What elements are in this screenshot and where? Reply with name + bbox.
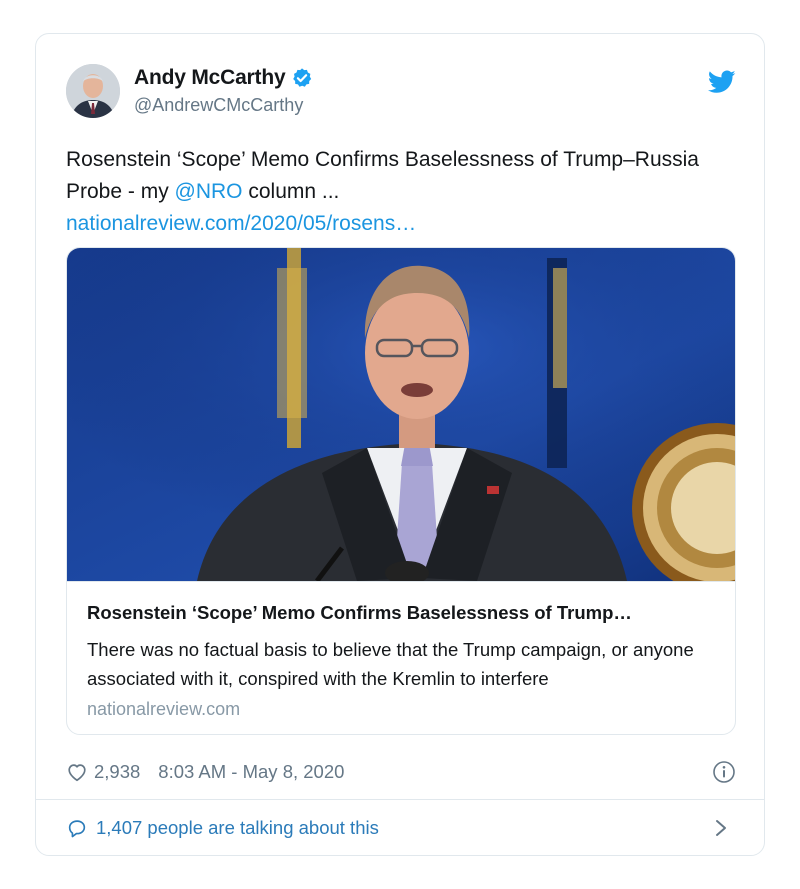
- info-icon[interactable]: [712, 760, 736, 784]
- card-domain: nationalreview.com: [87, 699, 241, 719]
- avatar[interactable]: [66, 64, 120, 118]
- verified-badge-icon: [291, 67, 313, 89]
- conversation-link[interactable]: 1,407 people are talking about this: [66, 813, 736, 843]
- author-handle[interactable]: @AndrewCMcCarthy: [134, 95, 303, 116]
- avatar-image: [66, 64, 120, 118]
- card-description: There was no factual basis to believe th…: [87, 639, 694, 689]
- heart-icon[interactable]: [66, 761, 88, 783]
- chevron-right-icon[interactable]: [714, 818, 728, 838]
- tweet-link-line: nationalreview.com/2020/05/rosens…: [66, 208, 416, 240]
- card-title[interactable]: Rosenstein ‘Scope’ Memo Confirms Baseles…: [87, 602, 632, 624]
- mention-link[interactable]: @NRO: [175, 180, 243, 203]
- tweet-text-body: Rosenstein ‘Scope’ Memo Confirms Baseles…: [66, 148, 699, 203]
- tweet-text: Rosenstein ‘Scope’ Memo Confirms Baseles…: [66, 144, 736, 208]
- tweet-timestamp[interactable]: 8:03 AM - May 8, 2020: [158, 761, 344, 783]
- tweet-embed-card: Andy McCarthy @AndrewCMcCarthy Rosenstei…: [35, 33, 765, 856]
- name-row: Andy McCarthy: [134, 66, 313, 90]
- author-display-name[interactable]: Andy McCarthy: [134, 66, 286, 90]
- tweet-text-tail: column ...: [242, 180, 340, 203]
- article-url-link[interactable]: nationalreview.com/2020/05/rosens…: [66, 212, 416, 235]
- link-preview-card[interactable]: Rosenstein ‘Scope’ Memo Confirms Baseles…: [66, 247, 736, 735]
- card-body[interactable]: Rosenstein ‘Scope’ Memo Confirms Baseles…: [67, 581, 735, 734]
- tweet-meta: 2,938 8:03 AM - May 8, 2020: [66, 757, 736, 787]
- divider: [36, 799, 764, 800]
- photo-rosenstein-at-podium: [67, 248, 735, 581]
- card-image[interactable]: [67, 248, 735, 581]
- tweet-header: Andy McCarthy @AndrewCMcCarthy: [66, 64, 736, 122]
- talking-count-label[interactable]: 1,407 people are talking about this: [96, 817, 379, 839]
- like-count[interactable]: 2,938: [94, 761, 140, 783]
- speech-bubble-icon: [66, 817, 88, 839]
- twitter-bird-icon[interactable]: [707, 70, 736, 94]
